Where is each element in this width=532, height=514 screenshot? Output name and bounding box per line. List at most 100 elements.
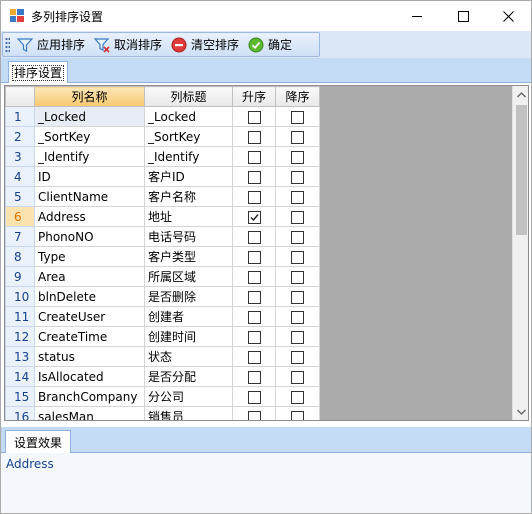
toolbar-grip-icon[interactable] [5, 37, 10, 52]
scroll-thumb[interactable] [516, 105, 527, 235]
table-row[interactable]: 10 blnDelete 是否删除 [5, 286, 320, 307]
ascending-checkbox[interactable] [247, 350, 261, 364]
column-title-cell[interactable]: 销售员 [144, 406, 233, 420]
descending-checkbox[interactable] [291, 210, 304, 224]
ascending-checkbox[interactable] [247, 310, 261, 324]
table-row[interactable]: 14 IsAllocated 是否分配 [5, 366, 320, 387]
column-name-cell[interactable]: blnDelete [34, 286, 145, 307]
column-title-cell[interactable]: 所属区域 [144, 266, 233, 287]
column-name-cell[interactable]: CreateTime [34, 326, 145, 347]
minimize-button[interactable] [394, 1, 440, 31]
row-number-cell[interactable]: 5 [5, 186, 35, 207]
row-number-cell[interactable]: 8 [5, 246, 35, 267]
table-row[interactable]: 9 Area 所属区域 [5, 266, 320, 287]
column-title-cell[interactable]: _Locked [144, 106, 233, 127]
descending-checkbox[interactable] [291, 110, 304, 124]
ascending-checkbox[interactable] [247, 410, 261, 420]
column-name-cell[interactable]: _Identify [34, 146, 145, 167]
row-number-cell[interactable]: 9 [5, 266, 35, 287]
column-header-title[interactable]: 列标题 [144, 86, 233, 107]
title-bar[interactable]: 多列排序设置 [1, 1, 531, 31]
column-name-cell[interactable]: ID [34, 166, 145, 187]
descending-checkbox[interactable] [291, 390, 304, 404]
descending-checkbox[interactable] [291, 290, 304, 304]
table-row[interactable]: 16 salesMan 销售员 [5, 406, 320, 420]
row-number-cell[interactable]: 11 [5, 306, 35, 327]
descending-checkbox[interactable] [291, 350, 304, 364]
descending-checkbox[interactable] [291, 410, 304, 420]
column-name-cell[interactable]: ClientName [34, 186, 145, 207]
row-number-cell[interactable]: 3 [5, 146, 35, 167]
table-row[interactable]: 1 _Locked _Locked [5, 106, 320, 127]
ascending-checkbox[interactable] [247, 330, 261, 344]
corner-header-cell[interactable] [5, 86, 35, 107]
column-title-cell[interactable]: 是否删除 [144, 286, 233, 307]
scroll-up-button[interactable] [513, 86, 528, 103]
cancel-sort-button[interactable]: 取消排序 [91, 34, 165, 55]
column-title-cell[interactable]: 创建时间 [144, 326, 233, 347]
table-row[interactable]: 2 _SortKey _SortKey [5, 126, 320, 147]
column-title-cell[interactable]: 状态 [144, 346, 233, 367]
ascending-checkbox[interactable] [247, 270, 261, 284]
descending-checkbox[interactable] [291, 370, 304, 384]
ascending-checkbox[interactable] [247, 290, 261, 304]
row-number-cell[interactable]: 12 [5, 326, 35, 347]
column-title-cell[interactable]: 客户类型 [144, 246, 233, 267]
column-title-cell[interactable]: _Identify [144, 146, 233, 167]
ascending-checkbox[interactable] [247, 210, 261, 224]
ascending-checkbox[interactable] [247, 250, 261, 264]
table-row[interactable]: 15 BranchCompany 分公司 [5, 386, 320, 407]
ascending-checkbox[interactable] [247, 230, 261, 244]
ascending-checkbox[interactable] [247, 170, 261, 184]
ascending-checkbox[interactable] [247, 130, 261, 144]
column-header-asc[interactable]: 升序 [232, 86, 276, 107]
column-title-cell[interactable]: 是否分配 [144, 366, 233, 387]
column-name-cell[interactable]: _Locked [34, 106, 145, 127]
column-title-cell[interactable]: _SortKey [144, 126, 233, 147]
column-name-cell[interactable]: Area [34, 266, 145, 287]
ascending-checkbox[interactable] [247, 150, 261, 164]
column-name-cell[interactable]: PhonoNO [34, 226, 145, 247]
descending-checkbox[interactable] [291, 250, 304, 264]
vertical-scrollbar[interactable] [512, 86, 528, 420]
descending-checkbox[interactable] [291, 330, 304, 344]
table-row[interactable]: 4 ID 客户ID [5, 166, 320, 187]
table-row[interactable]: 8 Type 客户类型 [5, 246, 320, 267]
close-button[interactable] [485, 1, 531, 31]
table-row[interactable]: 5 ClientName 客户名称 [5, 186, 320, 207]
row-number-cell[interactable]: 14 [5, 366, 35, 387]
tab-result[interactable]: 设置效果 [5, 430, 72, 454]
descending-checkbox[interactable] [291, 230, 304, 244]
column-name-cell[interactable]: CreateUser [34, 306, 145, 327]
descending-checkbox[interactable] [291, 270, 304, 284]
ascending-checkbox[interactable] [247, 110, 261, 124]
row-number-cell[interactable]: 2 [5, 126, 35, 147]
column-header-desc[interactable]: 降序 [275, 86, 320, 107]
table-row[interactable]: 12 CreateTime 创建时间 [5, 326, 320, 347]
descending-checkbox[interactable] [291, 190, 304, 204]
ascending-checkbox[interactable] [247, 370, 261, 384]
row-number-cell[interactable]: 13 [5, 346, 35, 367]
column-title-cell[interactable]: 客户ID [144, 166, 233, 187]
maximize-button[interactable] [440, 1, 486, 31]
column-name-cell[interactable]: salesMan [34, 406, 145, 420]
ascending-checkbox[interactable] [247, 190, 261, 204]
ascending-checkbox[interactable] [247, 390, 261, 404]
row-number-cell[interactable]: 16 [5, 406, 35, 420]
table-row[interactable]: 11 CreateUser 创建者 [5, 306, 320, 327]
descending-checkbox[interactable] [291, 150, 304, 164]
column-title-cell[interactable]: 分公司 [144, 386, 233, 407]
confirm-button[interactable]: 确定 [245, 34, 295, 55]
column-name-cell[interactable]: IsAllocated [34, 366, 145, 387]
column-name-cell[interactable]: Type [34, 246, 145, 267]
column-header-name[interactable]: 列名称 [34, 86, 145, 107]
descending-checkbox[interactable] [291, 130, 304, 144]
row-number-cell[interactable]: 7 [5, 226, 35, 247]
apply-sort-button[interactable]: 应用排序 [14, 34, 88, 55]
row-number-cell[interactable]: 1 [5, 106, 35, 127]
column-name-cell[interactable]: BranchCompany [34, 386, 145, 407]
row-number-cell[interactable]: 15 [5, 386, 35, 407]
column-name-cell[interactable]: status [34, 346, 145, 367]
column-title-cell[interactable]: 电话号码 [144, 226, 233, 247]
table-row[interactable]: 3 _Identify _Identify [5, 146, 320, 167]
